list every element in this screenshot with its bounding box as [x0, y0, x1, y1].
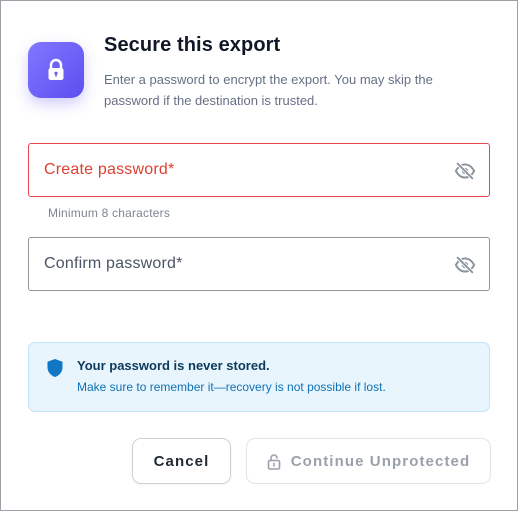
continue-unprotected-button[interactable]: Continue Unprotected: [246, 438, 491, 484]
create-password-field[interactable]: Create password*: [28, 143, 490, 197]
notice-body: Make sure to remember it—recovery is not…: [77, 380, 386, 394]
continue-unprotected-label: Continue Unprotected: [290, 452, 471, 470]
confirm-password-field[interactable]: Confirm password*: [28, 237, 490, 291]
dialog-subtitle: Enter a password to encrypt the export. …: [104, 72, 433, 108]
lock-icon: [28, 42, 84, 98]
cancel-button-label: Cancel: [153, 452, 210, 470]
confirm-password-label: Confirm password*: [44, 255, 183, 272]
unlock-icon: [267, 453, 281, 470]
security-notice: Your password is never stored. Make sure…: [28, 342, 490, 412]
create-password-label: Create password*: [44, 161, 175, 178]
eye-off-icon[interactable]: [454, 160, 476, 182]
shield-icon: [46, 358, 64, 378]
password-helper-text: Minimum 8 characters: [48, 206, 171, 220]
cancel-button[interactable]: Cancel: [132, 438, 231, 484]
eye-off-icon[interactable]: [454, 254, 476, 276]
dialog-title: Secure this export: [104, 34, 281, 56]
notice-title: Your password is never stored.: [77, 358, 270, 373]
secure-export-dialog: Secure this export Enter a password to e…: [0, 0, 518, 511]
